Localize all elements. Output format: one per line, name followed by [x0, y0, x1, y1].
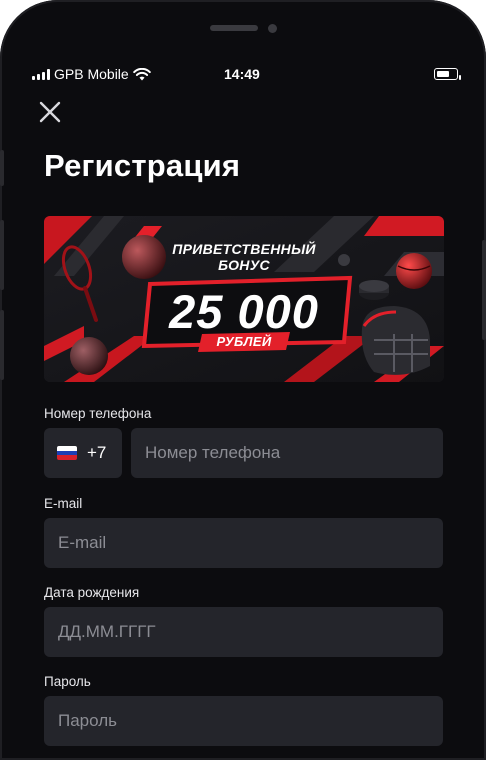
email-input[interactable]: E-mail: [44, 518, 443, 568]
country-code-selector[interactable]: +7: [44, 428, 122, 478]
password-placeholder: Пароль: [58, 711, 117, 730]
wifi-icon: [132, 67, 151, 80]
welcome-bonus-banner[interactable]: ПРИВЕТСТВЕННЫЙ БОНУС 25 000 РУБЛЕЙ: [44, 216, 444, 382]
birthdate-label: Дата рождения: [44, 585, 140, 600]
bonus-currency: РУБЛЕЙ: [216, 334, 272, 349]
signal-icon: [32, 68, 50, 80]
front-camera: [268, 24, 277, 33]
phone-frame: GPB Mobile 14:49 Регистрация ПРИВЕТСТВЕН…: [0, 0, 486, 760]
banner-title-line2: БОНУС: [218, 257, 270, 273]
mute-switch: [0, 150, 4, 186]
phone-placeholder: Номер телефона: [145, 443, 281, 462]
password-label: Пароль: [44, 674, 91, 689]
battery-icon: [434, 68, 461, 80]
carrier-name: GPB Mobile: [54, 66, 129, 82]
birthdate-placeholder: ДД.ММ.ГГГГ: [58, 622, 156, 641]
close-icon[interactable]: [38, 100, 62, 124]
page-title: Регистрация: [44, 148, 241, 183]
email-placeholder: E-mail: [58, 533, 107, 552]
power-button: [482, 240, 486, 340]
phone-input[interactable]: Номер телефона: [131, 428, 443, 478]
bonus-amount: 25 000: [169, 285, 319, 338]
volume-down-button: [0, 310, 4, 380]
birthdate-input[interactable]: ДД.ММ.ГГГГ: [44, 607, 443, 657]
phone-label: Номер телефона: [44, 406, 152, 421]
country-code: +7: [87, 443, 107, 462]
status-bar: GPB Mobile 14:49: [32, 66, 461, 84]
speaker-grille: [210, 25, 258, 31]
email-label: E-mail: [44, 496, 83, 511]
password-input[interactable]: Пароль: [44, 696, 443, 746]
clock: 14:49: [224, 66, 260, 82]
volume-up-button: [0, 220, 4, 290]
russia-flag-icon: [57, 446, 77, 460]
banner-title-line1: ПРИВЕТСТВЕННЫЙ: [172, 241, 316, 257]
